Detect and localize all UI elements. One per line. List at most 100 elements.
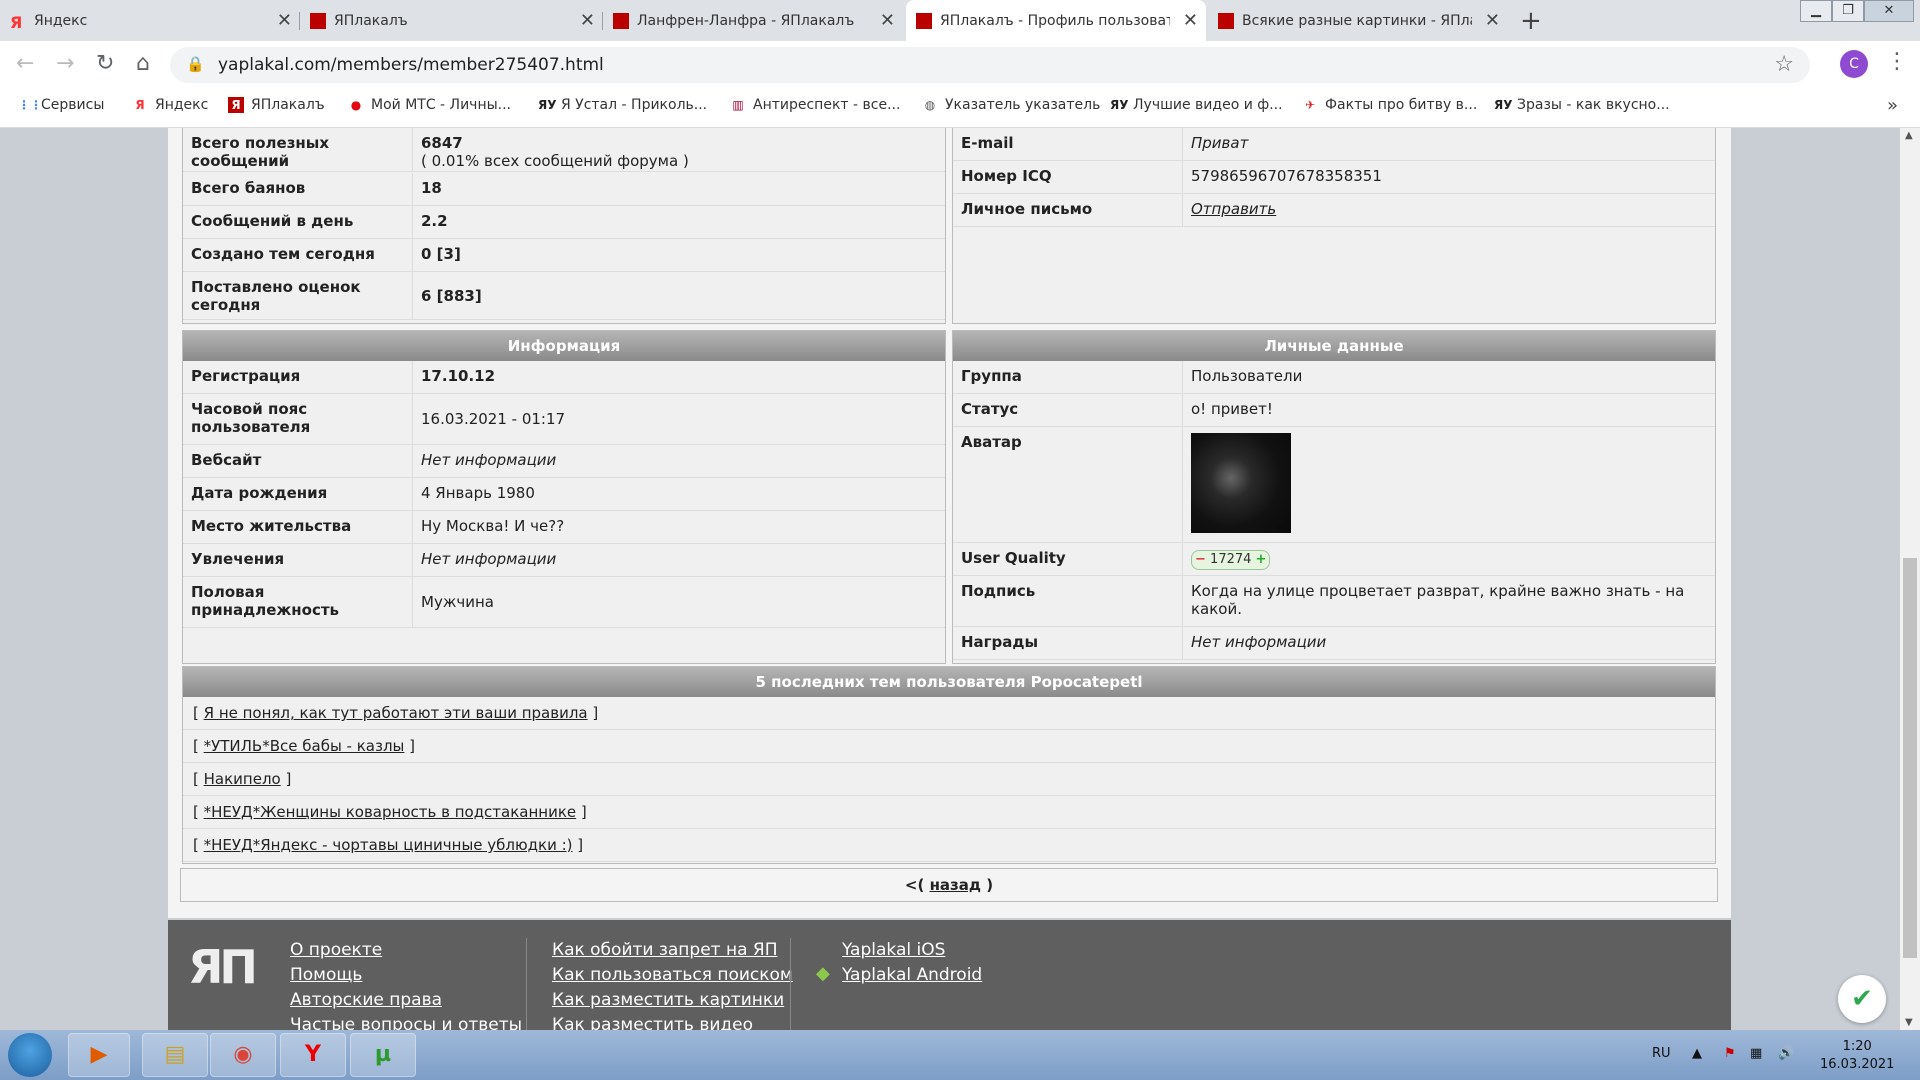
footer-link[interactable]: Как обойти запрет на ЯП bbox=[552, 940, 778, 960]
tab-pictures[interactable]: Всякие разные картинки - ЯПла ✕ bbox=[1208, 0, 1508, 41]
personal-row: Группа Пользователи bbox=[953, 361, 1715, 394]
footer-link[interactable]: Как разместить видео bbox=[552, 1015, 753, 1030]
lock-icon[interactable]: 🔒 bbox=[186, 55, 205, 73]
plus-icon[interactable]: + bbox=[1256, 552, 1267, 567]
topic-link[interactable]: Я не понял, как тут работают эти ваши пр… bbox=[204, 704, 588, 722]
topic-link[interactable]: *УТИЛЬ*Все бабы - казлы bbox=[204, 737, 405, 755]
close-window-button[interactable]: ✕ bbox=[1864, 0, 1914, 22]
address-bar[interactable]: 🔒 yaplakal.com/members/member275407.html… bbox=[170, 47, 1810, 83]
media-player-icon[interactable]: ▶ bbox=[68, 1033, 130, 1077]
browser-menu-icon[interactable]: ⋮ bbox=[1886, 49, 1908, 74]
topic-item: [ *НЕУД*Яндекс - чортавы циничные ублюдк… bbox=[183, 829, 1715, 862]
start-button[interactable] bbox=[8, 1033, 52, 1077]
last-topics-panel: 5 последних тем пользователя Popocatepet… bbox=[182, 666, 1716, 864]
info-row: Вебсайт Нет информации bbox=[183, 445, 945, 478]
new-tab-icon[interactable]: + bbox=[1520, 6, 1542, 36]
network-icon[interactable]: ▦ bbox=[1750, 1046, 1762, 1061]
ios-app-link[interactable]: Yaplakal iOS bbox=[842, 940, 945, 960]
home-icon[interactable]: ⌂ bbox=[136, 51, 150, 76]
android-app-link[interactable]: Yaplakal Android bbox=[842, 965, 982, 985]
info-panel: Информация Регистрация 17.10.12 Часовой … bbox=[182, 330, 946, 664]
topic-link[interactable]: Накипело bbox=[204, 770, 281, 788]
info-row: Место жительства Ну Москва! И че?? bbox=[183, 511, 945, 544]
back-bar: <( назад ) bbox=[180, 868, 1718, 902]
footer-link[interactable]: Авторские права bbox=[290, 990, 442, 1010]
topic-link[interactable]: *НЕУД*Яндекс - чортавы циничные ублюдки … bbox=[204, 836, 573, 854]
scroll-down-icon[interactable]: ▼ bbox=[1905, 1017, 1913, 1028]
bookmark-ya-ustal[interactable]: ЯУ Я Устал - Приколь... bbox=[538, 97, 707, 113]
stats-row: Сообщений в день 2.2 bbox=[183, 206, 945, 239]
system-clock[interactable]: 1:20 16.03.2021 bbox=[1820, 1038, 1894, 1074]
stats-row: Всего полезных сообщений 6847( 0.01% все… bbox=[183, 128, 945, 172]
minus-icon[interactable]: − bbox=[1195, 552, 1206, 567]
close-tab-icon[interactable]: ✕ bbox=[277, 10, 292, 31]
restore-button[interactable]: ❐ bbox=[1832, 0, 1864, 22]
footer-link[interactable]: Помощь bbox=[290, 965, 362, 985]
close-tab-icon[interactable]: ✕ bbox=[1183, 10, 1198, 31]
topic-item: [ Я не понял, как тут работают эти ваши … bbox=[183, 697, 1715, 730]
profile-content: Всего полезных сообщений 6847( 0.01% все… bbox=[168, 128, 1731, 918]
stats-row: Создано тем сегодня 0 [3] bbox=[183, 239, 945, 272]
bookmark-zrazy[interactable]: ЯУ Зразы - как вкусно... bbox=[1494, 97, 1670, 113]
bookmark-mts[interactable]: ● Мой МТС - Личны... bbox=[348, 97, 511, 113]
yaplakal-icon: ЯУ bbox=[1494, 98, 1513, 112]
back-link[interactable]: назад bbox=[930, 876, 981, 894]
language-indicator[interactable]: RU bbox=[1652, 1046, 1671, 1061]
yaplakal-icon: ЯУ bbox=[1110, 98, 1129, 112]
profile-avatar[interactable]: С bbox=[1840, 50, 1868, 78]
more-bookmarks-icon[interactable]: » bbox=[1887, 95, 1898, 116]
info-row: Увлечения Нет информации bbox=[183, 544, 945, 577]
bookmark-facts[interactable]: ✈ Факты про битву в... bbox=[1302, 97, 1477, 113]
user-quality-badge: − 17274 + bbox=[1191, 550, 1271, 570]
close-tab-icon[interactable]: ✕ bbox=[880, 10, 895, 31]
topic-item: [ Накипело ] bbox=[183, 763, 1715, 796]
scroll-up-icon[interactable]: ▲ bbox=[1905, 130, 1913, 141]
contacts-row: E-mail Приват bbox=[953, 128, 1715, 161]
last-topics-title: 5 последних тем пользователя Popocatepet… bbox=[183, 667, 1715, 697]
flag-icon[interactable]: ⚑ bbox=[1724, 1046, 1736, 1061]
back-arrow-icon[interactable]: ← bbox=[16, 51, 34, 76]
security-shield-icon[interactable]: ✔ bbox=[1838, 975, 1886, 1023]
bookmark-star-icon[interactable]: ☆ bbox=[1774, 52, 1794, 77]
bookmark-yandex[interactable]: Я Яндекс bbox=[132, 97, 208, 113]
scrollbar-thumb[interactable] bbox=[1903, 558, 1917, 958]
bookmark-ukazatel[interactable]: ◍ Указатель указатель bbox=[922, 97, 1101, 113]
bookmark-yaplakal[interactable]: Я ЯПлакалъ bbox=[228, 97, 325, 113]
footer-link[interactable]: Как пользоваться поиском bbox=[552, 965, 793, 985]
yaplakal-icon bbox=[613, 13, 629, 29]
url-text[interactable]: yaplakal.com/members/member275407.html bbox=[218, 55, 604, 75]
footer-link[interactable]: Частые вопросы и ответы bbox=[290, 1015, 522, 1030]
browser-toolbar: ← → ↻ ⌂ 🔒 yaplakal.com/members/member275… bbox=[0, 41, 1920, 89]
personal-row: Награды Нет информации bbox=[953, 627, 1715, 660]
volume-icon[interactable]: 🔊 bbox=[1778, 1046, 1794, 1061]
tab-profile[interactable]: ЯПлакалъ - Профиль пользоват ✕ bbox=[906, 0, 1206, 41]
globe-icon: ◍ bbox=[924, 98, 936, 112]
chrome-icon[interactable]: ◉ bbox=[210, 1033, 276, 1077]
close-tab-icon[interactable]: ✕ bbox=[580, 10, 595, 31]
bookmark-services[interactable]: ⋮⋮ Сервисы bbox=[18, 97, 104, 113]
contacts-row: Личное письмо Отправить bbox=[953, 194, 1715, 227]
bookmark-best-video[interactable]: ЯУ Лучшие видео и ф... bbox=[1110, 97, 1283, 113]
bookmarks-bar: ⋮⋮ Сервисы Я Яндекс Я ЯПлакалъ ● Мой МТС - Л… bbox=[0, 89, 1920, 128]
tab-lanfren[interactable]: Ланфрен-Ланфра - ЯПлакалъ ✕ bbox=[603, 0, 903, 41]
forward-arrow-icon[interactable]: → bbox=[56, 51, 74, 76]
mts-egg-icon: ● bbox=[350, 98, 362, 112]
minimize-button[interactable]: ▁ bbox=[1800, 0, 1832, 22]
tab-yaplakal[interactable]: ЯПлакалъ ✕ bbox=[300, 0, 603, 41]
tray-expand-icon[interactable]: ▲ bbox=[1692, 1046, 1702, 1061]
footer-link[interactable]: Как разместить картинки bbox=[552, 990, 784, 1010]
facts-icon: ✈ bbox=[1304, 98, 1316, 112]
close-tab-icon[interactable]: ✕ bbox=[1485, 10, 1500, 31]
yaplakal-icon bbox=[310, 13, 326, 29]
file-explorer-icon[interactable]: ▤ bbox=[142, 1033, 208, 1077]
yandex-browser-icon[interactable]: Y bbox=[280, 1033, 346, 1077]
reload-icon[interactable]: ↻ bbox=[96, 51, 114, 76]
page-scrollbar[interactable]: ▲ ▼ bbox=[1900, 128, 1920, 1030]
utorrent-icon[interactable]: µ bbox=[350, 1033, 416, 1077]
footer-link[interactable]: О проекте bbox=[290, 940, 382, 960]
bookmark-antirespect[interactable]: ▥ Антиреспект - все... bbox=[730, 97, 900, 113]
info-panel-title: Информация bbox=[183, 331, 945, 361]
topic-link[interactable]: *НЕУД*Женщины коварность в подстаканнике bbox=[204, 803, 577, 821]
send-message-link[interactable]: Отправить bbox=[1191, 200, 1276, 218]
tab-yandex[interactable]: Я Яндекс ✕ bbox=[0, 0, 300, 41]
